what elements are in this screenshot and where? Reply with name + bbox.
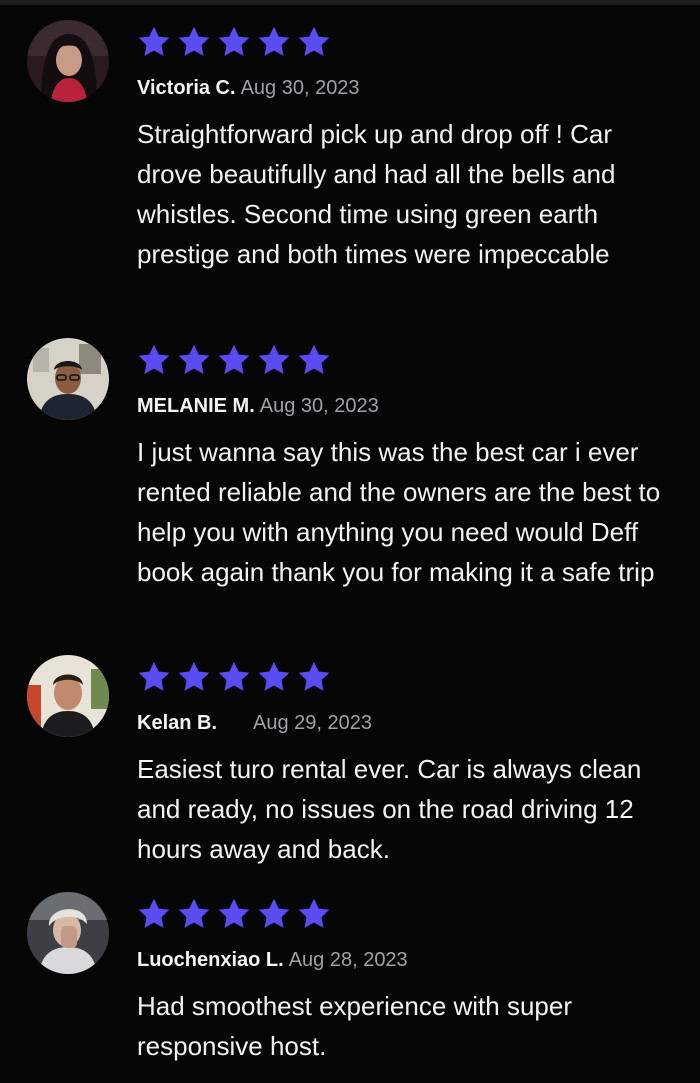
review-date: Aug 30, 2023 <box>259 395 379 417</box>
review-text: Had smoothest experience with super resp… <box>137 991 573 1061</box>
review-byline: Kelan B. Aug 29, 2023 <box>137 711 372 735</box>
star-icon <box>178 898 210 928</box>
star-rating <box>137 660 331 694</box>
star-icon <box>178 661 210 691</box>
avatar-photo <box>27 338 109 420</box>
top-divider <box>0 0 700 5</box>
review-text: Straightforward pick up and drop off ! C… <box>137 119 616 269</box>
star-icon <box>258 344 290 374</box>
star-icon <box>298 344 330 374</box>
review-date: Aug 30, 2023 <box>240 77 360 99</box>
star-rating <box>137 343 331 377</box>
review-date: Aug 28, 2023 <box>288 949 408 971</box>
star-icon <box>138 661 170 691</box>
reviewer-name[interactable]: Victoria C. <box>137 77 236 99</box>
avatar[interactable] <box>27 338 109 420</box>
review-byline: Victoria C. Aug 30, 2023 <box>137 76 360 100</box>
star-icon <box>218 661 250 691</box>
avatar[interactable] <box>27 655 109 737</box>
avatar-photo <box>27 892 109 974</box>
star-icon <box>218 898 250 928</box>
star-icon <box>218 26 250 56</box>
star-icon <box>178 344 210 374</box>
review-byline: MELANIE M. Aug 30, 2023 <box>137 394 379 418</box>
review-byline: Luochenxiao L. Aug 28, 2023 <box>137 948 408 972</box>
review-text: Easiest turo rental ever. Car is always … <box>137 754 642 864</box>
avatar-photo <box>27 20 109 102</box>
star-icon <box>298 661 330 691</box>
star-icon <box>138 344 170 374</box>
star-icon <box>218 344 250 374</box>
reviewer-name[interactable]: Luochenxiao L. <box>137 949 284 971</box>
star-icon <box>258 26 290 56</box>
star-icon <box>258 898 290 928</box>
star-icon <box>178 26 210 56</box>
avatar[interactable] <box>27 892 109 974</box>
star-icon <box>138 26 170 56</box>
avatar[interactable] <box>27 20 109 102</box>
review-text: I just wanna say this was the best car i… <box>137 437 661 587</box>
avatar-photo <box>27 655 109 737</box>
reviewer-name[interactable]: Kelan B. <box>137 712 217 734</box>
reviewer-name[interactable]: MELANIE M. <box>137 395 255 417</box>
star-icon <box>298 26 330 56</box>
star-icon <box>298 898 330 928</box>
star-rating <box>137 897 331 931</box>
review-date: Aug 29, 2023 <box>253 712 373 734</box>
star-icon <box>258 661 290 691</box>
star-icon <box>138 898 170 928</box>
star-rating <box>137 25 331 59</box>
